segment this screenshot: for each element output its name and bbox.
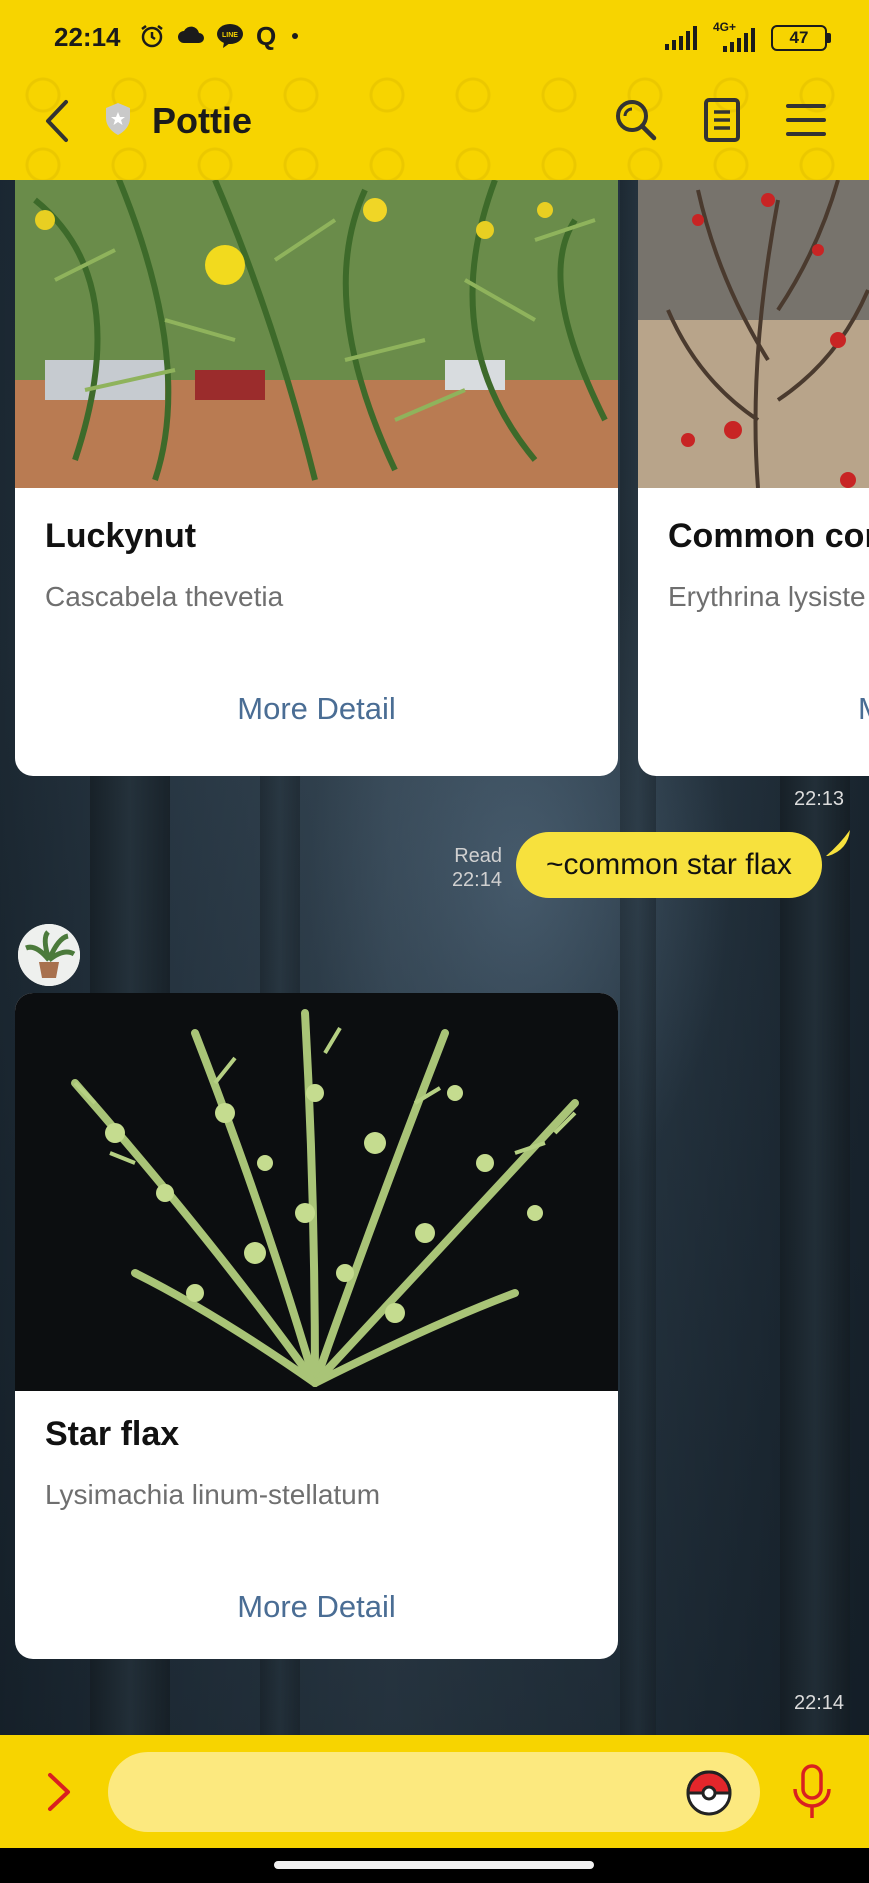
pokeball-icon[interactable] bbox=[686, 1770, 732, 1816]
read-label: Read bbox=[454, 845, 502, 867]
status-right: 4G+ 47 bbox=[665, 20, 831, 52]
chevron-right-icon[interactable] bbox=[44, 1769, 74, 1815]
line-icon: LINE bbox=[217, 24, 243, 48]
plant-photo bbox=[15, 993, 618, 1391]
cloud-icon bbox=[178, 26, 204, 43]
plant-scientific-name: Lysimachia linum-stellatum bbox=[45, 1479, 381, 1510]
plant-photo bbox=[638, 180, 869, 488]
system-nav-bar bbox=[0, 1848, 869, 1883]
chat-header: Pottie bbox=[0, 60, 869, 180]
battery-level: 47 bbox=[789, 28, 809, 47]
message-timestamp: 22:14 bbox=[794, 1692, 845, 1714]
status-bar: 22:14 LINE Q 4G+ 47 bbox=[0, 0, 869, 60]
user-message-bubble[interactable]: ~common star flax bbox=[516, 832, 822, 898]
back-icon[interactable] bbox=[38, 96, 78, 146]
plant-common-name: Luckynut bbox=[45, 517, 197, 555]
svg-text:LINE: LINE bbox=[222, 32, 238, 39]
plant-card[interactable]: Luckynut Cascabela thevetia More Detail bbox=[15, 180, 618, 776]
shield-icon bbox=[106, 103, 130, 135]
plant-photo bbox=[15, 180, 618, 488]
home-indicator[interactable] bbox=[274, 1861, 594, 1869]
more-detail-button[interactable]: M bbox=[858, 691, 869, 727]
search-icon[interactable] bbox=[612, 96, 660, 144]
notes-icon[interactable] bbox=[698, 96, 746, 144]
plant-common-name: Star flax bbox=[45, 1415, 180, 1453]
menu-icon[interactable] bbox=[782, 96, 830, 144]
status-icons: LINE Q bbox=[138, 22, 300, 50]
chat-area[interactable]: Luckynut Cascabela thevetia More Detail … bbox=[0, 180, 869, 1735]
more-detail-button[interactable]: More Detail bbox=[15, 691, 618, 727]
plant-common-name: Common cor bbox=[668, 517, 869, 555]
message-input[interactable] bbox=[108, 1752, 760, 1832]
read-time: 22:14 bbox=[451, 869, 502, 891]
plant-card[interactable]: Common cor Erythrina lysiste M bbox=[638, 180, 869, 776]
plant-scientific-name: Cascabela thevetia bbox=[45, 581, 284, 612]
message-timestamp: 22:13 bbox=[794, 788, 845, 810]
plant-scientific-name: Erythrina lysiste bbox=[668, 581, 866, 612]
status-time: 22:14 bbox=[54, 22, 121, 52]
q-icon: Q bbox=[256, 22, 276, 50]
read-receipt: Read 22:14 bbox=[420, 844, 502, 892]
svg-text:Q: Q bbox=[256, 22, 276, 50]
chat-title: Pottie bbox=[152, 100, 253, 141]
signal-4g-icon: 4G+ bbox=[713, 20, 759, 52]
bubble-tail bbox=[826, 830, 850, 856]
battery-icon: 47 bbox=[771, 25, 831, 51]
signal-icon bbox=[665, 26, 697, 50]
dot-icon bbox=[292, 33, 298, 39]
bot-avatar[interactable] bbox=[18, 924, 80, 986]
mic-icon[interactable] bbox=[790, 1763, 834, 1821]
input-bar bbox=[0, 1735, 869, 1848]
plant-card[interactable]: Star flax Lysimachia linum-stellatum Mor… bbox=[15, 993, 618, 1659]
alarm-icon bbox=[141, 25, 163, 48]
more-detail-button[interactable]: More Detail bbox=[15, 1589, 618, 1625]
